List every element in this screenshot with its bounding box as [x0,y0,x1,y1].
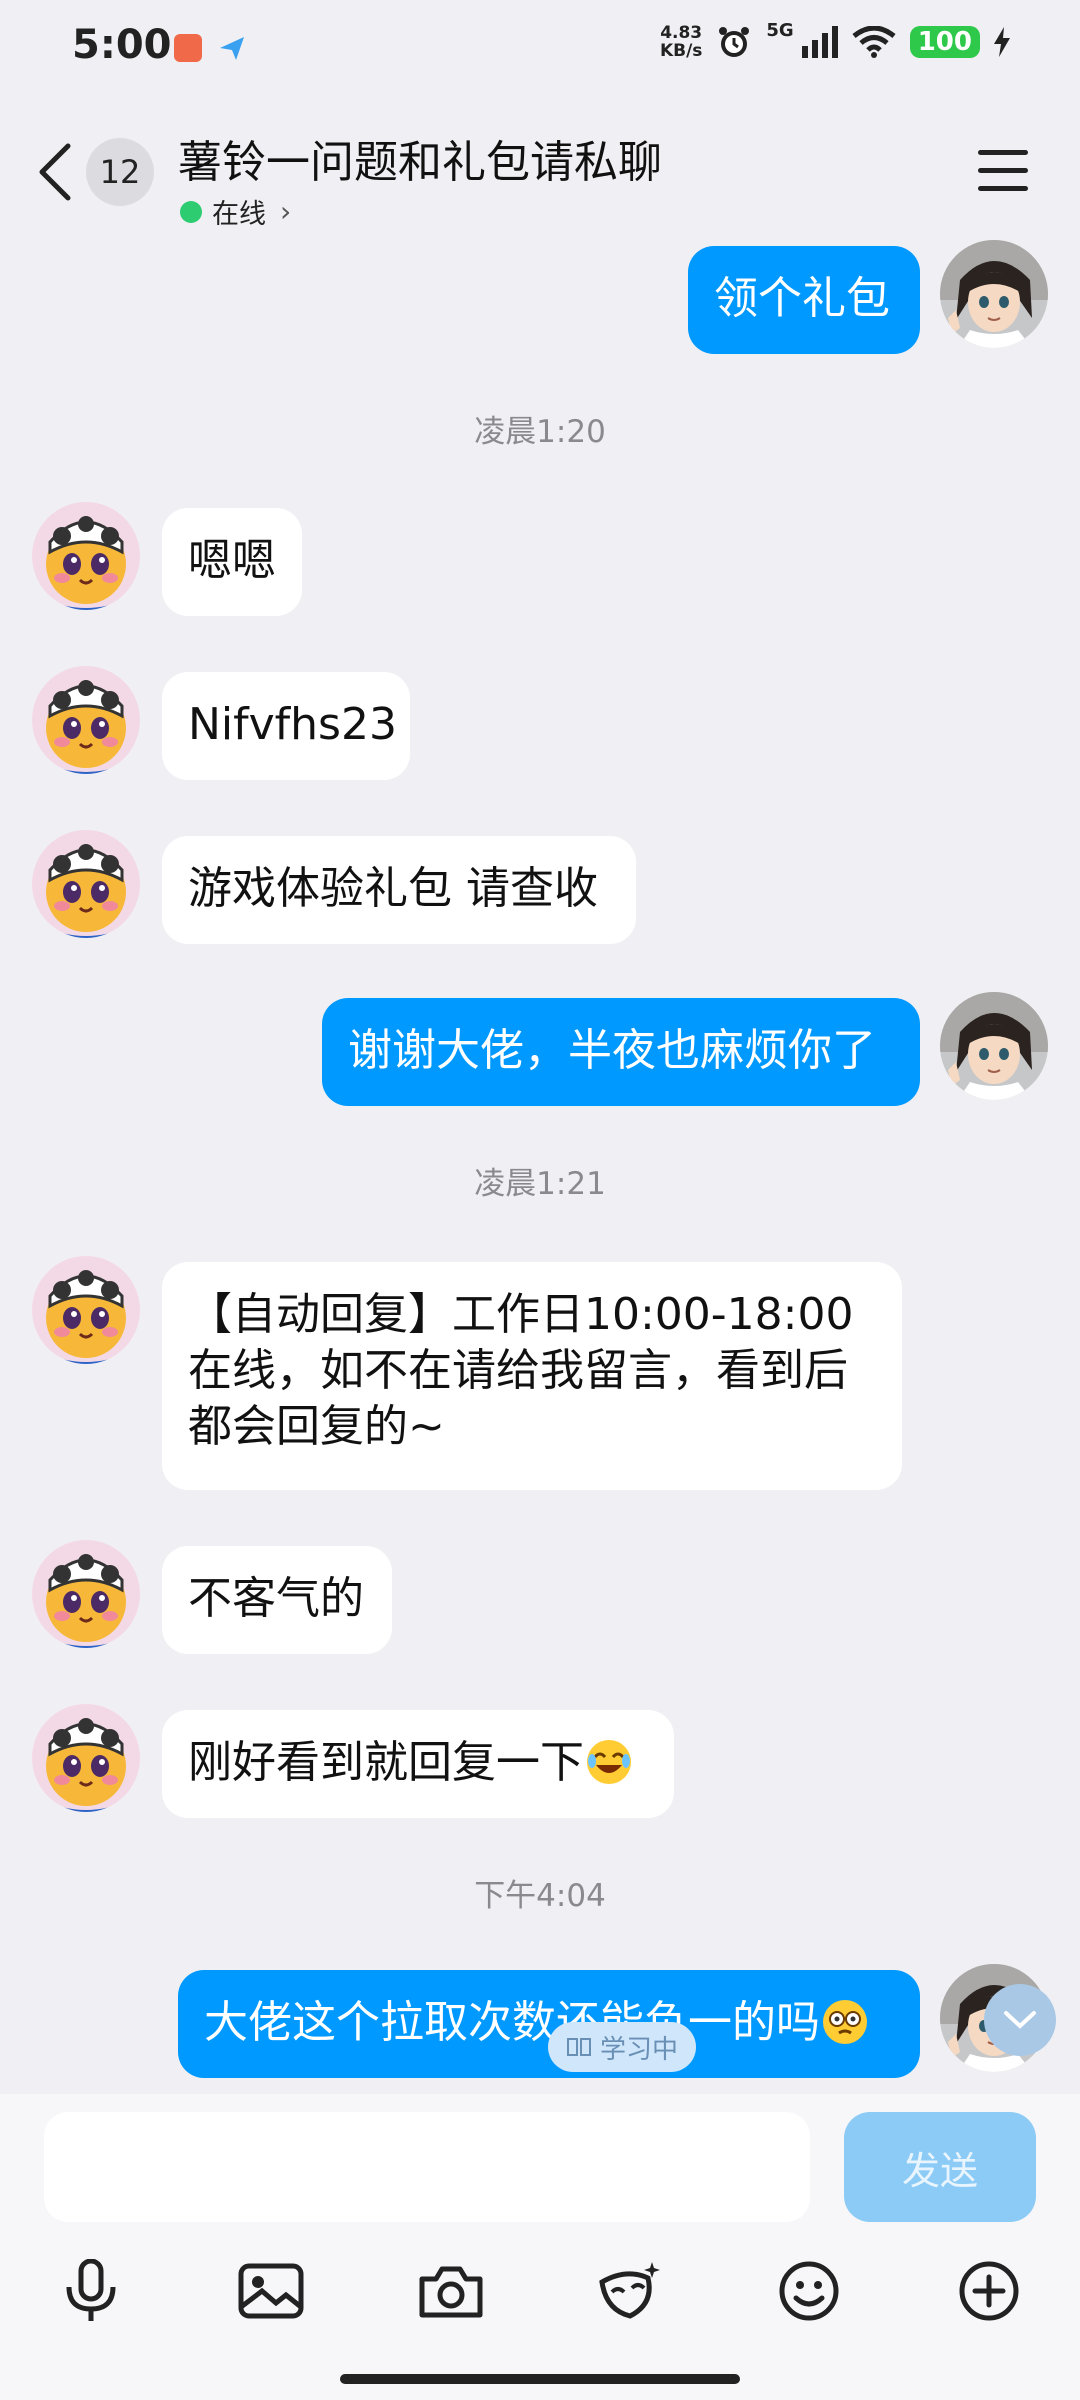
self-avatar[interactable] [940,240,1048,348]
status-bar: 5:00 4.83 KB/s 5G 100 [0,0,1080,100]
message-timestamp: 下午4:04 [474,1878,606,1914]
message-incoming[interactable]: Nifvfhs23 [162,672,410,780]
chat-header: 12 薯铃一问题和礼包请私聊 在线 › [0,108,1080,238]
message-outgoing[interactable]: 谢谢大佬，半夜也麻烦你了 [322,998,920,1106]
charging-icon [994,27,1010,57]
message-timestamp: 凌晨1:20 [474,414,606,450]
unread-count-badge[interactable]: 12 [86,138,154,206]
network-type: 5G [766,19,794,41]
chat-title[interactable]: 薯铃一问题和礼包请私聊 [178,126,662,190]
message-input[interactable] [44,2112,810,2222]
battery-level: 100 [909,26,980,58]
back-arrow-icon[interactable] [34,142,78,202]
online-status[interactable]: 在线 › [180,192,291,231]
menu-icon[interactable] [978,150,1028,194]
smiley-icon [779,2261,839,2321]
composer-bar: 发送 [0,2094,1080,2400]
learning-status-chip[interactable]: 学习中 [548,2022,697,2072]
send-button[interactable]: 发送 [844,2112,1036,2222]
mask-sparkle-icon [599,2262,660,2319]
message-incoming[interactable]: 不客气的 [162,1546,392,1654]
image-icon [238,2263,304,2319]
online-status-label: 在线 [212,199,266,230]
camera-icon [419,2266,483,2318]
image-button[interactable] [234,2254,308,2328]
status-time: 5:00 [72,22,172,68]
self-avatar[interactable] [940,992,1048,1100]
contact-avatar[interactable] [32,830,140,938]
chevron-down-icon [1004,2011,1036,2029]
contact-avatar[interactable] [32,1256,140,1364]
message-outgoing[interactable]: 领个礼包 [688,246,920,354]
wifi-icon [852,26,896,58]
message-outgoing[interactable]: 大佬这个拉取次数还能负一的吗 [178,1970,920,2078]
app-notification-icon [174,34,202,62]
message-incoming[interactable]: 嗯嗯 [162,508,302,616]
send-app-icon [220,37,244,60]
online-dot-icon [180,200,202,223]
effects-button[interactable] [592,2254,666,2328]
home-indicator[interactable] [340,2374,740,2384]
message-timestamp: 凌晨1:21 [474,1166,606,1202]
plus-icon [959,2261,1019,2321]
network-speed: 4.83 KB/s [659,23,703,61]
scroll-down-button[interactable] [984,1984,1056,2056]
voice-button[interactable] [54,2254,128,2328]
contact-avatar[interactable] [32,1704,140,1812]
message-incoming[interactable]: 游戏体验礼包 请查收 [162,836,636,944]
message-incoming[interactable]: 刚好看到就回复一下 [162,1710,674,1818]
camera-button[interactable] [414,2254,488,2328]
chevron-right-icon: › [280,195,292,228]
microphone-icon [66,2259,116,2321]
book-icon [567,2038,591,2056]
alarm-icon [719,27,750,57]
signal-icon [801,26,838,58]
contact-avatar[interactable] [32,1540,140,1648]
emoji-button[interactable] [772,2254,846,2328]
contact-avatar[interactable] [32,502,140,610]
laughing-tears-emoji-icon [586,1739,632,1785]
staring-emoji-icon [822,1999,868,2045]
more-button[interactable] [952,2254,1026,2328]
message-incoming[interactable]: 【自动回复】工作日10:00-18:00在线，如不在请给我留言，看到后都会回复的… [162,1262,902,1490]
contact-avatar[interactable] [32,666,140,774]
